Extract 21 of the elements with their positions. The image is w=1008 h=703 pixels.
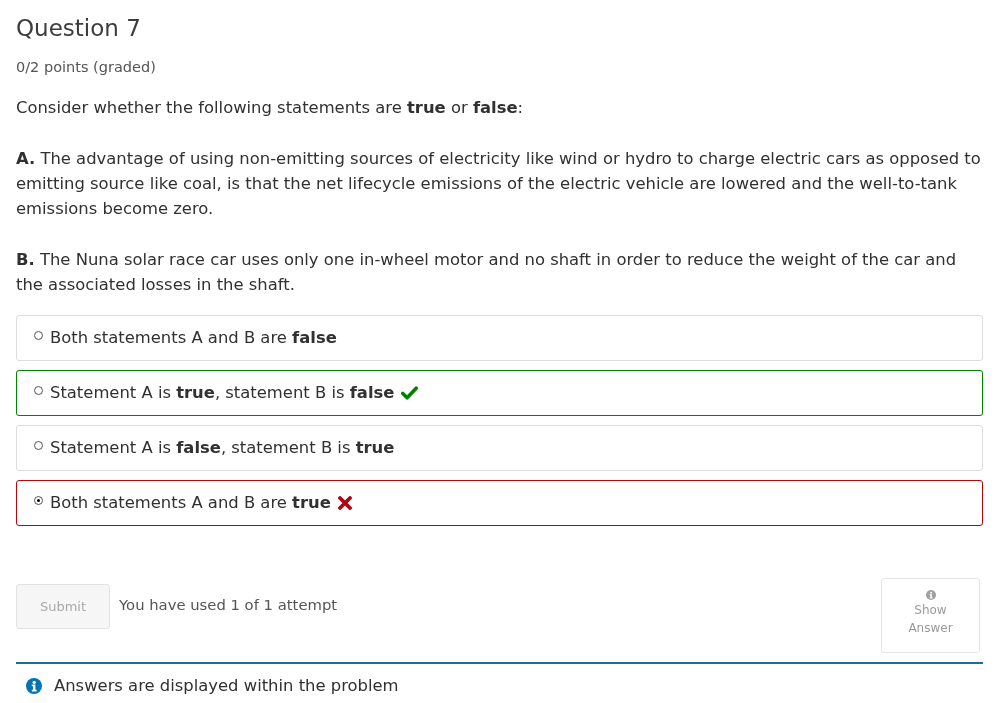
info-icon (925, 590, 936, 600)
option-label: Both statements A and B are false (50, 327, 337, 349)
statement-text: A. The advantage of using non-emitting sources of electricity like wind or hydro to charge electric cars as opposed to emitting source like coal, is that the net lifecycle emissions of the electric vehicle are lowered and the well-to-tank emissions become zero. (16, 148, 982, 220)
info-icon (26, 678, 42, 694)
question-intro: Consider whether the following statements are true or false: (16, 97, 525, 119)
answer-option[interactable]: Statement A is false, statement B is true (16, 425, 983, 471)
radio-button[interactable] (34, 331, 43, 340)
radio-button[interactable] (34, 496, 43, 505)
option-label: Both statements A and B are true (50, 492, 331, 514)
attempts-text: You have used 1 of 1 attempt (119, 595, 338, 615)
option-label: Statement A is false, statement B is true (50, 437, 395, 459)
answer-option[interactable]: Statement A is true, statement B is false (16, 370, 983, 416)
answer-option[interactable]: Both statements A and B are true (16, 480, 983, 526)
radio-button[interactable] (34, 386, 43, 395)
question-title: Question 7 (16, 14, 142, 43)
option-label: Statement A is true, statement B is false (50, 382, 395, 404)
answer-option[interactable]: Both statements A and B are false (16, 315, 983, 361)
statement-text: B. The Nuna solar race car uses only one in-wheel motor and no shaft in order to reduce the weight of the car and the associated losses in the shaft. (16, 249, 958, 296)
radio-button[interactable] (34, 441, 43, 450)
points-label: 0/2 points (graded) (16, 58, 157, 77)
notification-text: Answers are displayed within the problem (54, 675, 399, 697)
